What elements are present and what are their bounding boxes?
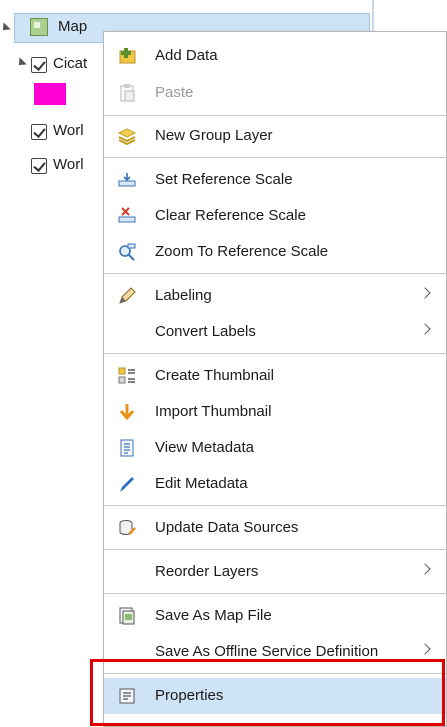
menu-item-import-thumbnail[interactable]: Import Thumbnail (104, 394, 446, 430)
menu-item-label: Import Thumbnail (155, 403, 272, 420)
menu-item-label: Save As Offline Service Definition (155, 643, 379, 660)
group-layer-icon (117, 128, 137, 146)
submenu-chevron-icon (419, 563, 431, 575)
map-label: Map (58, 18, 88, 35)
menu-item-new-group-layer[interactable]: New Group Layer (104, 118, 446, 154)
properties-icon (119, 688, 135, 704)
labeling-icon (119, 287, 136, 304)
layer-label: Worl (53, 122, 84, 139)
import-thumbnail-icon (119, 404, 135, 421)
menu-item-add-data[interactable]: Add Data (104, 38, 446, 74)
menu-separator (104, 673, 446, 674)
menu-separator (104, 115, 446, 116)
menu-item-label: New Group Layer (155, 127, 273, 144)
menu-separator (104, 593, 446, 594)
menu-separator (104, 505, 446, 506)
clear-scale-icon (118, 207, 136, 223)
menu-item-create-thumbnail[interactable]: Create Thumbnail (104, 358, 446, 394)
layer-checkbox[interactable] (31, 57, 47, 73)
menu-item-label: Zoom To Reference Scale (155, 243, 329, 260)
menu-item-update-data-sources[interactable]: Update Data Sources (104, 510, 446, 546)
menu-item-zoom-to-reference-scale[interactable]: Zoom To Reference Scale (104, 234, 446, 270)
menu-item-properties[interactable]: Properties (104, 678, 446, 714)
save-map-file-icon (119, 607, 135, 625)
update-sources-icon (119, 520, 136, 535)
edit-metadata-icon (120, 477, 134, 492)
menu-item-clear-reference-scale[interactable]: Clear Reference Scale (104, 198, 446, 234)
menu-separator (104, 549, 446, 550)
menu-item-labeling[interactable]: Labeling (104, 278, 446, 314)
submenu-chevron-icon (419, 287, 431, 299)
layer-checkbox[interactable] (31, 124, 47, 140)
collapse-arrow-icon[interactable] (0, 22, 11, 34)
collapse-arrow-icon[interactable] (15, 57, 27, 69)
menu-item-label: Add Data (155, 47, 218, 64)
zoom-scale-icon (119, 243, 136, 261)
symbol-swatch (34, 83, 66, 105)
menu-item-label: Paste (155, 84, 194, 101)
menu-item-label: Properties (155, 687, 224, 704)
menu-separator (104, 273, 446, 274)
menu-item-paste[interactable]: Paste (104, 75, 446, 111)
menu-item-label: Clear Reference Scale (155, 207, 306, 224)
view-metadata-icon (120, 439, 134, 457)
menu-item-label: Edit Metadata (155, 475, 248, 492)
menu-item-set-reference-scale[interactable]: Set Reference Scale (104, 162, 446, 198)
layer-label: Worl (53, 156, 84, 173)
layer-label: Cicat (53, 55, 88, 72)
layer-checkbox[interactable] (31, 158, 47, 174)
set-scale-icon (118, 173, 136, 187)
menu-item-save-as-map-file[interactable]: Save As Map File (104, 598, 446, 634)
menu-item-convert-labels[interactable]: Convert Labels (104, 314, 446, 350)
menu-separator (104, 157, 446, 158)
add-data-icon (119, 48, 136, 64)
context-menu: Add Data Paste New Group Layer Set Refer… (103, 31, 447, 727)
menu-item-label: Update Data Sources (155, 519, 299, 536)
paste-icon (120, 84, 135, 102)
submenu-chevron-icon (419, 643, 431, 655)
menu-item-label: Create Thumbnail (155, 367, 274, 384)
menu-item-label: Convert Labels (155, 323, 256, 340)
menu-item-view-metadata[interactable]: View Metadata (104, 430, 446, 466)
menu-item-edit-metadata[interactable]: Edit Metadata (104, 466, 446, 502)
menu-separator (104, 353, 446, 354)
map-icon (30, 18, 48, 36)
menu-item-label: View Metadata (155, 439, 254, 456)
menu-item-label: Labeling (155, 287, 212, 304)
menu-item-label: Save As Map File (155, 607, 272, 624)
menu-item-label: Reorder Layers (155, 563, 259, 580)
create-thumbnail-icon (118, 367, 135, 384)
menu-item-reorder-layers[interactable]: Reorder Layers (104, 554, 446, 590)
menu-item-save-as-offline-service-definition[interactable]: Save As Offline Service Definition (104, 634, 446, 670)
menu-item-label: Set Reference Scale (155, 171, 293, 188)
submenu-chevron-icon (419, 323, 431, 335)
